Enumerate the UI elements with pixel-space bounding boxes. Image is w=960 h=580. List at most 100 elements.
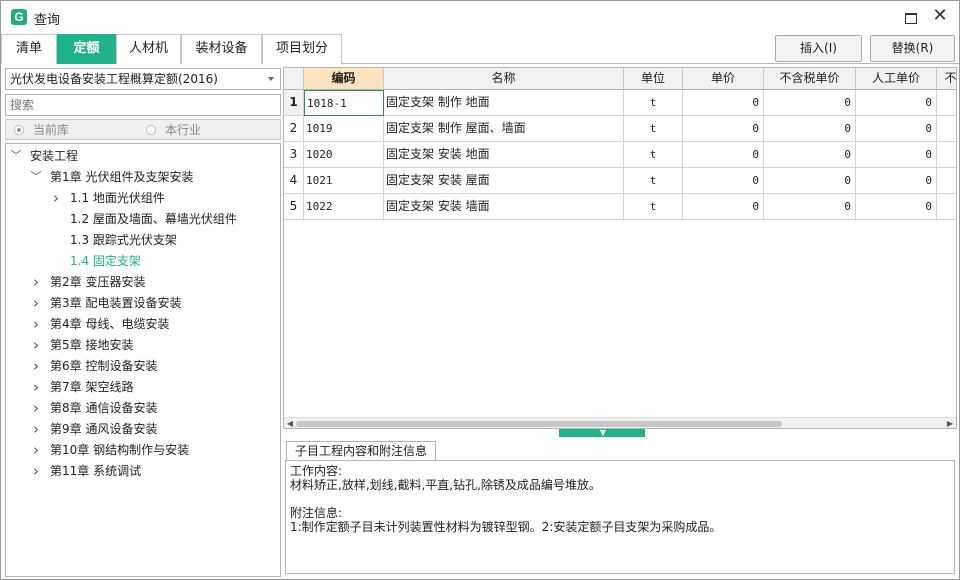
tree-node-label: 第4章 母线、电缆安装 bbox=[50, 317, 170, 331]
header-unit[interactable]: 单位 bbox=[624, 68, 683, 90]
radio-dot-icon bbox=[146, 125, 156, 135]
labor-price-cell[interactable]: 0 bbox=[856, 116, 937, 142]
tree-node-label: 1.2 屋面及墙面、幕墙光伏组件 bbox=[70, 212, 237, 226]
labor-price-cell[interactable]: 0 bbox=[856, 194, 937, 220]
window-title: 查询 bbox=[34, 13, 61, 28]
code-cell[interactable]: 1022 bbox=[304, 194, 384, 220]
chevron-right-icon[interactable]: › bbox=[30, 335, 42, 355]
chevron-down-icon[interactable]: ﹀ bbox=[10, 146, 22, 166]
chevron-down-icon: ▼ bbox=[599, 428, 607, 437]
chevron-down-icon[interactable]: ﹀ bbox=[30, 167, 42, 187]
scrollbar-thumb[interactable] bbox=[296, 421, 782, 427]
tree-node-label: 1.1 地面光伏组件 bbox=[70, 191, 165, 205]
labor-price-cell[interactable]: 0 bbox=[856, 142, 937, 168]
scope-radio-group: 当前库 本行业 bbox=[5, 119, 281, 140]
chevron-right-icon[interactable]: › bbox=[30, 398, 42, 418]
price-cell[interactable]: 0 bbox=[683, 142, 764, 168]
header-truncated[interactable]: 不含 bbox=[937, 68, 956, 90]
chevron-right-icon[interactable]: › bbox=[30, 440, 42, 460]
header-corner[interactable] bbox=[284, 68, 304, 90]
search-input[interactable] bbox=[5, 94, 281, 116]
truncated-cell[interactable] bbox=[937, 194, 956, 220]
name-cell[interactable]: 固定支架 制作 地面 bbox=[384, 90, 624, 116]
left-panel: 光伏发电设备安装工程概算定额(2016) 当前库 本行业 ﹀ 安装工程 ﹀ 第1章 光… bbox=[3, 67, 281, 577]
header-price[interactable]: 单价 bbox=[683, 68, 764, 90]
header-price-ex-tax[interactable]: 不含税单价 bbox=[764, 68, 856, 90]
pane-splitter[interactable]: ▼ bbox=[559, 428, 645, 437]
price-ex-tax-cell[interactable]: 0 bbox=[764, 194, 856, 220]
chevron-right-icon[interactable]: › bbox=[30, 356, 42, 376]
header-code[interactable]: 编码 bbox=[304, 68, 384, 90]
replace-button[interactable]: 替换(R) bbox=[870, 35, 955, 62]
tree-node-label: 第5章 接地安装 bbox=[50, 338, 134, 352]
row-number[interactable]: 3 bbox=[284, 142, 304, 168]
quota-table: ◀ ▶ 编码名称单位单价不含税单价人工单价不含 11018-1固定支架 制作 地面… bbox=[283, 67, 957, 429]
price-cell[interactable]: 0 bbox=[683, 90, 764, 116]
query-dialog: G 查询 ✕ 清单 定额 人材机 装材设备 项目划分 插入(I) 替换(R) 光… bbox=[0, 0, 960, 580]
unit-cell[interactable]: t bbox=[624, 168, 683, 194]
scroll-right-icon[interactable]: ▶ bbox=[945, 419, 955, 428]
unit-cell[interactable]: t bbox=[624, 116, 683, 142]
labor-price-cell[interactable]: 0 bbox=[856, 90, 937, 116]
tab-work-content-notes[interactable]: 子目工程内容和附注信息 bbox=[286, 441, 436, 461]
chevron-right-icon[interactable]: › bbox=[30, 377, 42, 397]
price-ex-tax-cell[interactable]: 0 bbox=[764, 142, 856, 168]
tab-project-division[interactable]: 项目划分 bbox=[262, 34, 342, 64]
header-labor-price[interactable]: 人工单价 bbox=[856, 68, 937, 90]
truncated-cell[interactable] bbox=[937, 90, 956, 116]
library-select[interactable]: 光伏发电设备安装工程概算定额(2016) bbox=[5, 68, 281, 90]
truncated-cell[interactable] bbox=[937, 168, 956, 194]
row-number[interactable]: 2 bbox=[284, 116, 304, 142]
tree-node-label: 第9章 通风设备安装 bbox=[50, 422, 158, 436]
tab-quota[interactable]: 定额 bbox=[57, 34, 116, 64]
row-number[interactable]: 5 bbox=[284, 194, 304, 220]
chevron-right-icon[interactable]: › bbox=[30, 314, 42, 334]
price-ex-tax-cell[interactable]: 0 bbox=[764, 168, 856, 194]
labor-price-cell[interactable]: 0 bbox=[856, 168, 937, 194]
name-cell[interactable]: 固定支架 制作 屋面、墙面 bbox=[384, 116, 624, 142]
tree-node-label: 第3章 配电装置设备安装 bbox=[50, 296, 182, 310]
name-cell[interactable]: 固定支架 安装 地面 bbox=[384, 142, 624, 168]
code-cell[interactable]: 1020 bbox=[304, 142, 384, 168]
tab-bill[interactable]: 清单 bbox=[1, 34, 57, 64]
right-panel: ◀ ▶ 编码名称单位单价不含税单价人工单价不含 11018-1固定支架 制作 地面… bbox=[283, 67, 957, 577]
chevron-right-icon[interactable]: › bbox=[30, 272, 42, 292]
chevron-right-icon[interactable]: › bbox=[30, 461, 42, 481]
name-cell[interactable]: 固定支架 安装 墙面 bbox=[384, 194, 624, 220]
notes-text: 1:制作定额子目未计列装置性材料为镀锌型钢。2:安装定额子目支架为采购成品。 bbox=[290, 520, 722, 534]
scroll-left-icon[interactable]: ◀ bbox=[285, 419, 295, 428]
price-cell[interactable]: 0 bbox=[683, 194, 764, 220]
price-cell[interactable]: 0 bbox=[683, 168, 764, 194]
tree-node-label: 第6章 控制设备安装 bbox=[50, 359, 158, 373]
chevron-right-icon[interactable]: › bbox=[30, 419, 42, 439]
price-ex-tax-cell[interactable]: 0 bbox=[764, 116, 856, 142]
chevron-right-icon[interactable]: › bbox=[30, 293, 42, 313]
unit-cell[interactable]: t bbox=[624, 142, 683, 168]
work-content-title: 工作内容: bbox=[290, 464, 343, 478]
unit-cell[interactable]: t bbox=[624, 90, 683, 116]
header-name[interactable]: 名称 bbox=[384, 68, 624, 90]
tab-equipment[interactable]: 装材设备 bbox=[181, 34, 262, 64]
code-cell[interactable]: 1019 bbox=[304, 116, 384, 142]
name-cell[interactable]: 固定支架 安装 屋面 bbox=[384, 168, 624, 194]
tree-node-label: 1.4 固定支架 bbox=[70, 254, 141, 268]
app-logo-icon: G bbox=[11, 9, 27, 25]
tree-node-label: 安装工程 bbox=[30, 149, 79, 163]
price-ex-tax-cell[interactable]: 0 bbox=[764, 90, 856, 116]
maximize-icon[interactable] bbox=[900, 8, 922, 26]
horizontal-scrollbar[interactable]: ◀ ▶ bbox=[284, 417, 956, 428]
title-bar: G 查询 ✕ bbox=[1, 1, 959, 33]
unit-cell[interactable]: t bbox=[624, 194, 683, 220]
truncated-cell[interactable] bbox=[937, 142, 956, 168]
close-icon[interactable]: ✕ bbox=[929, 6, 951, 26]
row-number[interactable]: 4 bbox=[284, 168, 304, 194]
code-cell[interactable]: 1018-1 bbox=[304, 90, 384, 116]
truncated-cell[interactable] bbox=[937, 116, 956, 142]
code-cell[interactable]: 1021 bbox=[304, 168, 384, 194]
insert-button[interactable]: 插入(I) bbox=[775, 35, 862, 62]
chevron-right-icon[interactable]: › bbox=[50, 188, 62, 208]
row-number[interactable]: 1 bbox=[284, 90, 304, 116]
tab-labor-material-machine[interactable]: 人材机 bbox=[116, 34, 181, 64]
price-cell[interactable]: 0 bbox=[683, 116, 764, 142]
